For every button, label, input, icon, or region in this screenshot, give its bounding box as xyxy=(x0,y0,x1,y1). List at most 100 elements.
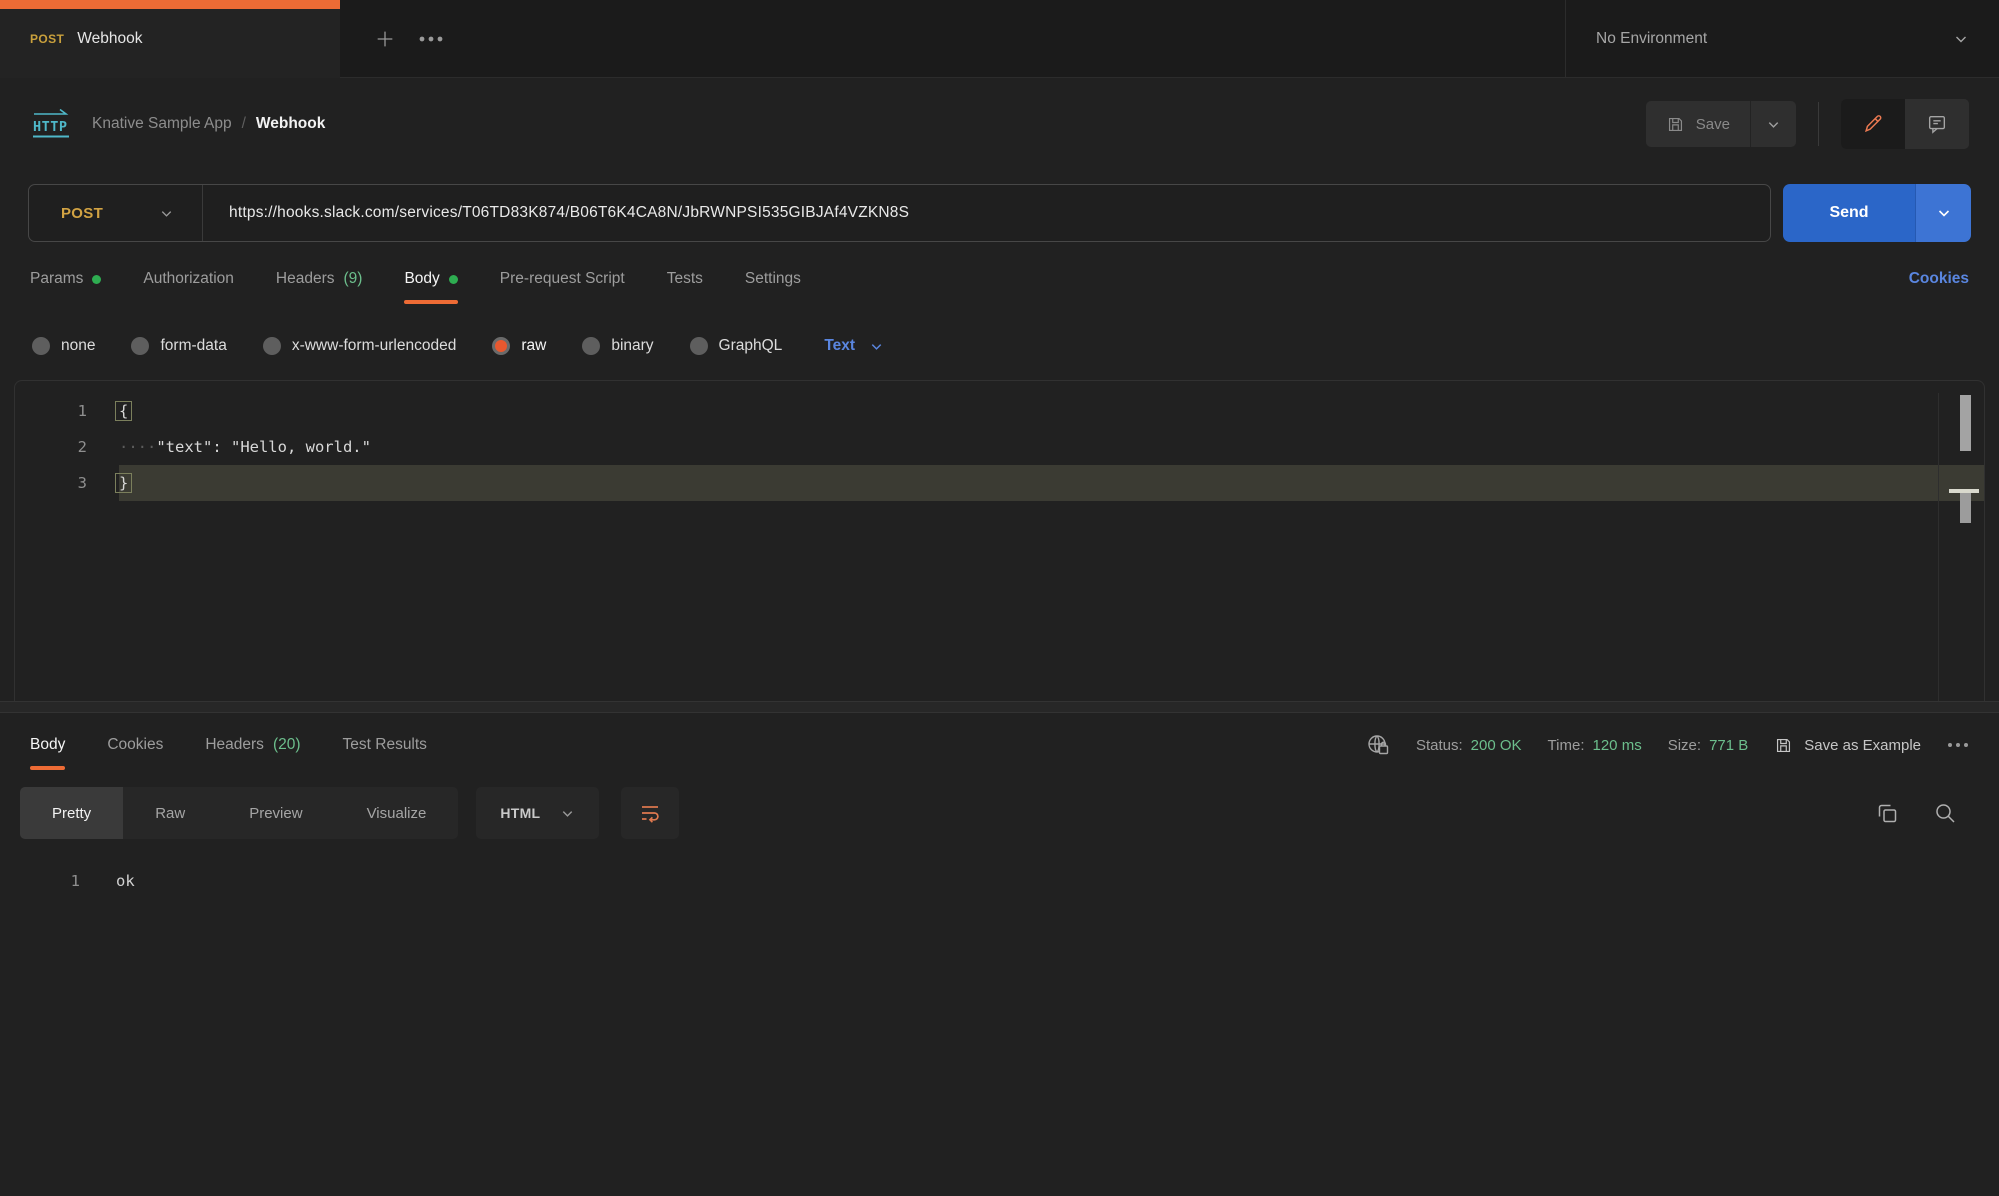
editor-line: 1 { xyxy=(15,393,1984,429)
tab-headers-label: Headers xyxy=(276,270,335,288)
save-floppy-icon xyxy=(1666,115,1685,134)
response-options-button[interactable] xyxy=(1947,741,1969,749)
tab-body[interactable]: Body xyxy=(404,246,457,312)
open-brace-token: { xyxy=(115,401,132,421)
radio-icon xyxy=(582,337,600,355)
url-builder-row: POST Send xyxy=(0,184,1999,242)
breadcrumb-request-name[interactable]: Webhook xyxy=(256,115,325,133)
wrap-text-button[interactable] xyxy=(621,787,679,839)
tab-settings-label: Settings xyxy=(745,270,801,288)
method-dropdown[interactable]: POST xyxy=(29,185,203,241)
body-green-dot xyxy=(449,275,458,284)
response-tab-test-results-label: Test Results xyxy=(343,736,427,754)
body-mode-graphql[interactable]: GraphQL xyxy=(690,337,783,355)
response-tabs: Body Cookies Headers (20) Test Results xyxy=(0,713,1999,777)
response-tab-body[interactable]: Body xyxy=(30,712,65,778)
save-button-group: Save xyxy=(1646,101,1796,147)
environment-selector[interactable]: No Environment xyxy=(1565,0,1999,77)
scrollbar-cursor-mark xyxy=(1960,493,1971,523)
request-body-editor[interactable]: 1 { 2 ····"text": "Hello, world." 3 } xyxy=(14,380,1985,701)
cookies-link[interactable]: Cookies xyxy=(1909,270,1969,288)
request-header: HTTP Knative Sample App / Webhook Save xyxy=(0,78,1999,170)
response-tab-headers-label: Headers xyxy=(205,736,264,754)
search-icon xyxy=(1933,801,1957,825)
raw-language-label: Text xyxy=(824,337,855,355)
save-as-example-button[interactable]: Save as Example xyxy=(1774,736,1921,755)
tab-body-label: Body xyxy=(404,270,439,288)
body-mode-urlencoded[interactable]: x-www-form-urlencoded xyxy=(263,337,457,355)
json-text-token: "text": "Hello, world." xyxy=(156,438,371,456)
tab-settings[interactable]: Settings xyxy=(745,246,801,312)
save-options-button[interactable] xyxy=(1750,101,1796,147)
chevron-down-icon xyxy=(1766,117,1781,132)
body-mode-binary[interactable]: binary xyxy=(582,337,653,355)
line-number: 2 xyxy=(15,438,119,456)
response-format-dropdown[interactable]: HTML xyxy=(476,787,599,839)
send-options-button[interactable] xyxy=(1915,184,1971,242)
size-badge[interactable]: Size: 771 B xyxy=(1668,737,1749,754)
header-divider xyxy=(1818,102,1819,146)
radio-icon xyxy=(690,337,708,355)
body-mode-raw[interactable]: raw xyxy=(492,337,546,355)
request-tab-webhook[interactable]: POST Webhook xyxy=(0,0,340,78)
url-input[interactable] xyxy=(203,204,1770,222)
radio-icon xyxy=(32,337,50,355)
tab-title: Webhook xyxy=(77,30,142,48)
response-pane: Body Cookies Headers (20) Test Results xyxy=(0,713,1999,1196)
send-button[interactable]: Send xyxy=(1783,184,1915,242)
request-tabs: Params Authorization Headers (9) Body Pr… xyxy=(0,242,1999,316)
whitespace-dots: ···· xyxy=(119,438,156,456)
tab-method-badge: POST xyxy=(30,32,64,46)
tab-tests[interactable]: Tests xyxy=(667,246,703,312)
chevron-down-icon xyxy=(1936,205,1952,221)
network-globe-lock-icon[interactable] xyxy=(1366,733,1390,757)
view-visualize-button[interactable]: Visualize xyxy=(335,787,459,839)
body-mode-none-label: none xyxy=(61,337,95,355)
copy-icon xyxy=(1875,801,1899,825)
tab-pre-request-script[interactable]: Pre-request Script xyxy=(500,246,625,312)
tab-headers[interactable]: Headers (9) xyxy=(276,246,363,312)
more-options-icon xyxy=(418,34,444,44)
response-tab-headers[interactable]: Headers (20) xyxy=(205,712,300,778)
response-body-text: ok xyxy=(116,872,135,890)
body-mode-none[interactable]: none xyxy=(32,337,95,355)
chevron-down-icon xyxy=(869,339,884,354)
close-brace-token: } xyxy=(115,473,132,493)
breadcrumb-collection[interactable]: Knative Sample App xyxy=(92,115,232,133)
chevron-down-icon xyxy=(159,206,174,221)
body-mode-raw-label: raw xyxy=(521,337,546,355)
view-pretty-button[interactable]: Pretty xyxy=(20,787,123,839)
response-view-toolbar: Pretty Raw Preview Visualize HTML xyxy=(0,777,1999,849)
raw-language-dropdown[interactable]: Text xyxy=(824,337,884,355)
body-mode-urlencoded-label: x-www-form-urlencoded xyxy=(292,337,457,355)
editor-line-content: { xyxy=(119,393,1984,429)
chevron-down-icon xyxy=(560,806,575,821)
search-response-button[interactable] xyxy=(1925,801,1965,825)
tab-params[interactable]: Params xyxy=(30,246,101,312)
pencil-icon xyxy=(1862,113,1884,135)
body-mode-form-data-label: form-data xyxy=(160,337,226,355)
view-raw-button[interactable]: Raw xyxy=(123,787,217,839)
status-badge[interactable]: Status: 200 OK xyxy=(1416,737,1522,754)
comment-icon xyxy=(1926,113,1948,135)
tab-params-label: Params xyxy=(30,270,83,288)
wrap-text-icon xyxy=(638,801,662,825)
body-mode-form-data[interactable]: form-data xyxy=(131,337,226,355)
edit-mode-button[interactable] xyxy=(1841,99,1905,149)
more-options-icon xyxy=(1947,741,1969,749)
view-preview-button[interactable]: Preview xyxy=(217,787,334,839)
editor-scrollbar[interactable] xyxy=(1938,393,1984,701)
copy-response-button[interactable] xyxy=(1867,801,1907,825)
new-tab-button[interactable] xyxy=(362,0,408,77)
environment-label: No Environment xyxy=(1596,30,1707,48)
postman-app: POST Webhook No Environment HTTP xyxy=(0,0,1999,1196)
save-button[interactable]: Save xyxy=(1646,101,1750,147)
response-tab-test-results[interactable]: Test Results xyxy=(343,712,427,778)
tab-authorization[interactable]: Authorization xyxy=(143,246,233,312)
time-badge[interactable]: Time: 120 ms xyxy=(1548,737,1642,754)
tab-options-button[interactable] xyxy=(408,0,454,77)
response-tab-cookies[interactable]: Cookies xyxy=(107,712,163,778)
scrollbar-thumb[interactable] xyxy=(1960,395,1971,451)
comments-button[interactable] xyxy=(1905,99,1969,149)
editor-line-content: } xyxy=(119,465,1984,501)
